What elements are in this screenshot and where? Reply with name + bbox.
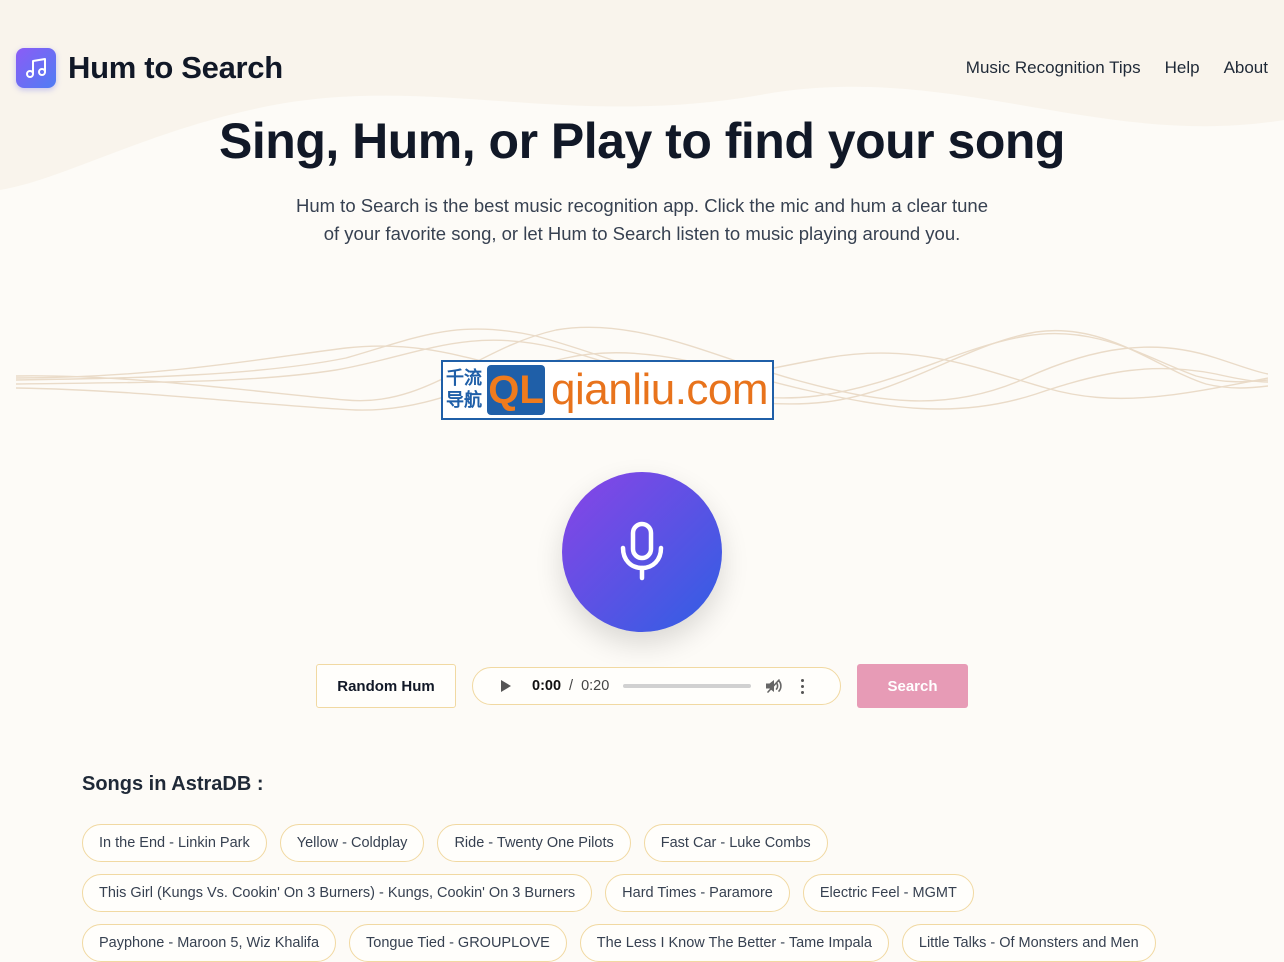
hero-subtitle-line-2: of your favorite song, or let Hum to Sea… [323, 223, 961, 244]
search-button[interactable]: Search [857, 664, 968, 708]
watermark-banner: 千流 导航 QL qianliu.com [441, 360, 774, 420]
audio-current-time: 0:00 [532, 678, 562, 694]
mic-record-button[interactable] [562, 472, 722, 632]
more-options-icon[interactable] [801, 678, 805, 694]
audio-progress-bar[interactable] [623, 684, 752, 688]
watermark-cn-line-1: 千流 [446, 368, 482, 389]
song-tag-row: This Girl (Kungs Vs. Cookin' On 3 Burner… [82, 874, 1202, 912]
volume-muted-icon[interactable] [765, 678, 783, 694]
song-tag[interactable]: Payphone - Maroon 5, Wiz Khalifa [82, 924, 337, 962]
audio-total-time: 0:20 [581, 678, 610, 694]
watermark-badge: QL [487, 365, 545, 415]
top-nav: Music Recognition Tips Help About [966, 58, 1268, 78]
song-tag[interactable]: The Less I Know The Better - Tame Impala [579, 924, 889, 962]
song-tag[interactable]: Hard Times - Paramore [605, 874, 790, 912]
song-tag[interactable]: This Girl (Kungs Vs. Cookin' On 3 Burner… [82, 874, 593, 912]
song-tag[interactable]: Electric Feel - MGMT [802, 874, 974, 912]
song-tag-row: Payphone - Maroon 5, Wiz Khalifa Tongue … [82, 924, 1202, 962]
song-tag[interactable]: Tongue Tied - GROUPLOVE [349, 924, 567, 962]
hero-subtitle: Hum to Search is the best music recognit… [270, 192, 1014, 248]
hero-title: Sing, Hum, or Play to find your song [219, 113, 1065, 169]
song-tag[interactable]: Yellow - Coldplay [279, 824, 425, 862]
watermark-cn-text: 千流 导航 [443, 368, 487, 412]
logo[interactable]: Hum to Search [16, 48, 283, 88]
audio-player: 0:00 / 0:20 [472, 667, 841, 705]
music-note-icon [16, 48, 56, 88]
song-tag[interactable]: In the End - Linkin Park [82, 824, 267, 862]
nav-music-recognition-tips[interactable]: Music Recognition Tips [966, 58, 1141, 78]
song-tag[interactable]: Fast Car - Luke Combs [643, 824, 828, 862]
watermark-cn-line-2: 导航 [446, 390, 482, 411]
hero-subtitle-line-1: Hum to Search is the best music recognit… [295, 195, 989, 216]
random-hum-button[interactable]: Random Hum [316, 664, 456, 708]
song-tags: In the End - Linkin Park Yellow - Coldpl… [82, 824, 1202, 962]
song-tag-row: In the End - Linkin Park Yellow - Coldpl… [82, 824, 1202, 862]
song-tag[interactable]: Ride - Twenty One Pilots [437, 824, 631, 862]
watermark-url: qianliu.com [551, 365, 769, 414]
nav-about[interactable]: About [1224, 58, 1268, 78]
song-tag[interactable]: Little Talks - Of Monsters and Men [901, 924, 1156, 962]
app-title: Hum to Search [68, 50, 283, 85]
songs-heading: Songs in AstraDB : [82, 773, 264, 795]
audio-time-separator: / [569, 678, 574, 694]
nav-help[interactable]: Help [1165, 58, 1200, 78]
microphone-icon [620, 521, 664, 581]
play-icon[interactable] [501, 680, 511, 692]
